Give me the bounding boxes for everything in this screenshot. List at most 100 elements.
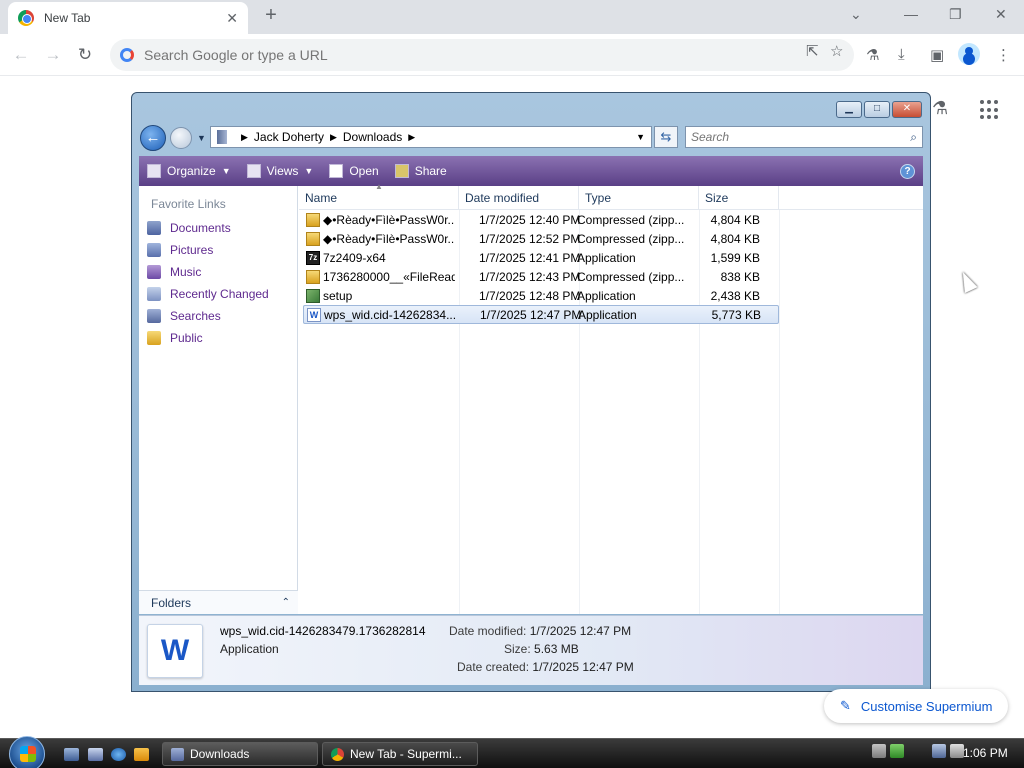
browser-toolbar: ← → ↻ ⇱ ☆ ⚗ ⤓ ▣ ⋮ [0, 34, 1024, 76]
column-header-size[interactable]: Size [699, 186, 779, 210]
tray-check-icon[interactable] [890, 744, 904, 758]
file-row[interactable]: setup 1/7/2025 12:48 PM Application 2,43… [303, 286, 779, 305]
details-label: Date modified: [449, 624, 527, 638]
nav-link-searches[interactable]: Searches [147, 306, 221, 326]
details-label: Date created: [457, 660, 530, 674]
network-icon[interactable] [932, 744, 946, 758]
media-player-icon[interactable] [134, 748, 149, 761]
help-icon[interactable]: ? [900, 164, 915, 179]
searches-icon [147, 309, 161, 323]
restore-icon[interactable]: ❐ [949, 6, 962, 23]
sort-arrow-icon: ▲ [375, 182, 383, 191]
taskbar-button-label: New Tab - Supermi... [350, 747, 462, 761]
details-filetype: Application [220, 642, 279, 656]
breadcrumb-chevron-icon[interactable]: ▶ [408, 132, 415, 143]
column-header-type[interactable]: Type [579, 186, 699, 210]
open-button[interactable]: Open [329, 164, 379, 178]
pencil-icon: ✎ [840, 698, 851, 713]
window-caption-buttons: ▁ □ ✕ [836, 101, 922, 118]
tab-strip: New Tab ✕ + ⌄ — ❐ ✕ [0, 0, 1024, 34]
folders-toggle[interactable]: Folders ⌃ [139, 590, 298, 614]
favorite-links-title: Favorite Links [151, 197, 226, 211]
taskbar-new-tab-button[interactable]: New Tab - Supermi... [322, 742, 478, 766]
nav-link-music[interactable]: Music [147, 262, 201, 282]
omnibox[interactable] [110, 39, 854, 71]
file-name: ◆•Rèady•Fìlè•PassW0r... [323, 231, 455, 246]
documents-icon [147, 221, 161, 235]
explorer-search[interactable]: ⌕ [685, 126, 923, 148]
history-dropdown-icon[interactable]: ▼ [197, 133, 206, 143]
share-icon[interactable]: ⇱ [806, 42, 819, 60]
nav-link-documents[interactable]: Documents [147, 218, 231, 238]
organize-button[interactable]: Organize ▼ [147, 164, 231, 178]
address-dropdown-icon[interactable]: ▼ [636, 132, 645, 142]
minimize-icon[interactable]: — [904, 6, 918, 22]
tray-app-icon[interactable] [872, 744, 886, 758]
breadcrumb-chevron-icon[interactable]: ▶ [330, 132, 337, 143]
wps-icon: W [147, 624, 203, 678]
tab-new-tab[interactable]: New Tab ✕ [8, 2, 248, 34]
bookmark-star-icon[interactable]: ☆ [830, 42, 843, 60]
internet-explorer-icon[interactable] [111, 748, 126, 761]
new-tab-button[interactable]: + [260, 5, 282, 27]
breadcrumb-jack-doherty[interactable]: Jack Doherty [254, 130, 324, 144]
tab-close-icon[interactable]: ✕ [226, 10, 238, 27]
address-bar[interactable]: ▶ Jack Doherty ▶ Downloads ▶ ▼ [210, 126, 652, 148]
share-button[interactable]: Share [394, 164, 447, 178]
details-pane: W wps_wid.cid-1426283479.1736282814 Appl… [139, 615, 923, 685]
labs-flask-icon[interactable]: ⚗ [932, 98, 948, 119]
switch-windows-icon[interactable] [88, 748, 103, 761]
refresh-icon[interactable]: ⇆ [654, 126, 678, 148]
explorer-minimize-icon[interactable]: ▁ [836, 101, 862, 118]
file-row[interactable]: 7z 7z2409-x64 1/7/2025 12:41 PM Applicat… [303, 248, 779, 267]
forward-arrow-icon[interactable]: → [42, 44, 64, 66]
views-button[interactable]: Views ▼ [246, 164, 313, 178]
taskbar: Downloads New Tab - Supermi... 1:06 PM [0, 736, 1024, 768]
navigation-pane: Favorite Links Documents Pictures Music … [139, 186, 298, 614]
google-apps-icon[interactable] [980, 100, 1000, 120]
nav-link-pictures[interactable]: Pictures [147, 240, 213, 260]
file-row[interactable]: ◆•Rèady•Fìlè•PassW0r... 1/7/2025 12:40 P… [303, 210, 779, 229]
reload-icon[interactable]: ↻ [74, 44, 96, 66]
nav-link-label: Searches [170, 309, 221, 323]
volume-muted-icon[interactable] [950, 744, 964, 758]
command-bar: Organize ▼ Views ▼ Open Share ? [139, 156, 923, 186]
close-window-icon[interactable]: ✕ [995, 6, 1007, 23]
back-arrow-icon[interactable]: ← [10, 44, 32, 66]
google-g-icon [120, 48, 134, 62]
file-size: 2,438 KB [710, 288, 760, 303]
profile-avatar[interactable] [958, 43, 980, 65]
file-size: 1,599 KB [710, 250, 760, 265]
nav-link-public[interactable]: Public [147, 328, 203, 348]
details-value: 1/7/2025 12:47 PM [532, 660, 634, 674]
chrome-icon [331, 747, 344, 761]
explorer-maximize-icon[interactable]: □ [864, 101, 890, 118]
taskbar-clock[interactable]: 1:06 PM [963, 746, 1008, 760]
forward-button[interactable] [170, 127, 192, 149]
download-icon[interactable]: ⤓ [898, 46, 905, 63]
start-orb-icon[interactable] [9, 736, 45, 768]
customise-button[interactable]: ✎ Customise Supermium [824, 689, 1008, 723]
file-row-selected[interactable]: W wps_wid.cid-14262834... 1/7/2025 12:47… [303, 305, 779, 324]
breadcrumb-downloads[interactable]: Downloads [343, 130, 402, 144]
omnibox-input[interactable] [144, 47, 744, 63]
chrome-favicon-icon [18, 10, 34, 26]
open-icon [329, 164, 344, 178]
breadcrumb-chevron-icon[interactable]: ▶ [241, 132, 248, 143]
file-type: Application [577, 250, 636, 265]
nav-link-recently-changed[interactable]: Recently Changed [147, 284, 269, 304]
file-row[interactable]: 1736280000__«FileRead... 1/7/2025 12:43 … [303, 267, 779, 286]
column-header-date-modified[interactable]: Date modified [459, 186, 579, 210]
labs-flask-icon[interactable]: ⚗ [866, 46, 879, 64]
explorer-close-icon[interactable]: ✕ [892, 101, 922, 118]
search-icon[interactable]: ⌕ [910, 130, 917, 145]
taskbar-downloads-button[interactable]: Downloads [162, 742, 318, 766]
zip-folder-icon [306, 269, 320, 284]
file-row[interactable]: ◆•Rèady•Fìlè•PassW0r... 1/7/2025 12:52 P… [303, 229, 779, 248]
back-button[interactable]: ← [140, 125, 166, 151]
menu-kebab-icon[interactable]: ⋮ [996, 46, 1011, 64]
show-desktop-icon[interactable] [64, 748, 79, 761]
side-panel-icon[interactable]: ▣ [930, 46, 944, 64]
explorer-search-input[interactable] [691, 130, 891, 144]
tab-search-chevron-icon[interactable]: ⌄ [850, 6, 862, 23]
